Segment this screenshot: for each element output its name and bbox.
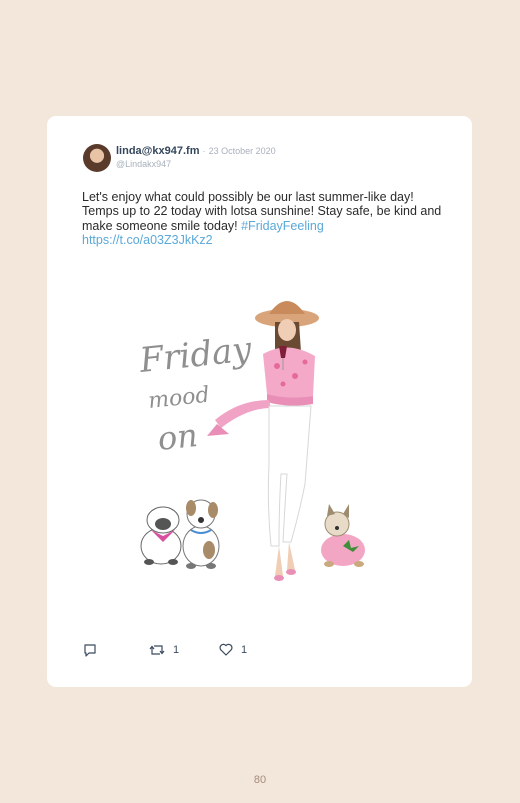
user-handle[interactable]: @Lindakx947 <box>116 159 171 169</box>
tweet-header: linda@kx947.fm · 23 October 2020 <box>116 145 276 157</box>
pug-dog <box>140 506 182 565</box>
display-name[interactable]: linda@kx947.fm <box>116 145 199 157</box>
retweet-action[interactable]: 1 <box>149 643 179 657</box>
tweet-card: linda@kx947.fm · 23 October 2020 @Lindak… <box>47 116 472 687</box>
page-number: 80 <box>253 774 267 786</box>
like-count: 1 <box>241 643 248 656</box>
beagle-dog <box>182 499 220 569</box>
tweet-body: Let's enjoy what could possibly be our l… <box>82 190 452 248</box>
retweet-icon[interactable] <box>149 643 165 657</box>
yorkie-dog <box>321 504 365 567</box>
heart-icon[interactable] <box>219 643 233 656</box>
reply-action[interactable] <box>83 643 97 657</box>
avatar[interactable] <box>83 144 111 172</box>
friday-mood-illustration: Friday mood on <box>137 301 365 581</box>
script-line-mood: mood <box>147 383 211 414</box>
tweet-url[interactable]: https://t.co/a03Z3JkKz2 <box>82 233 213 247</box>
script-line-friday: Friday <box>137 329 254 381</box>
tweet-date[interactable]: 23 October 2020 <box>209 146 276 156</box>
date-separator: · <box>202 146 206 156</box>
retweet-count: 1 <box>173 644 180 656</box>
script-line-on: on <box>156 416 200 458</box>
hashtag-link[interactable]: #FridayFeeling <box>241 219 324 233</box>
reply-icon[interactable] <box>83 643 97 657</box>
like-action[interactable]: 1 <box>219 643 247 656</box>
